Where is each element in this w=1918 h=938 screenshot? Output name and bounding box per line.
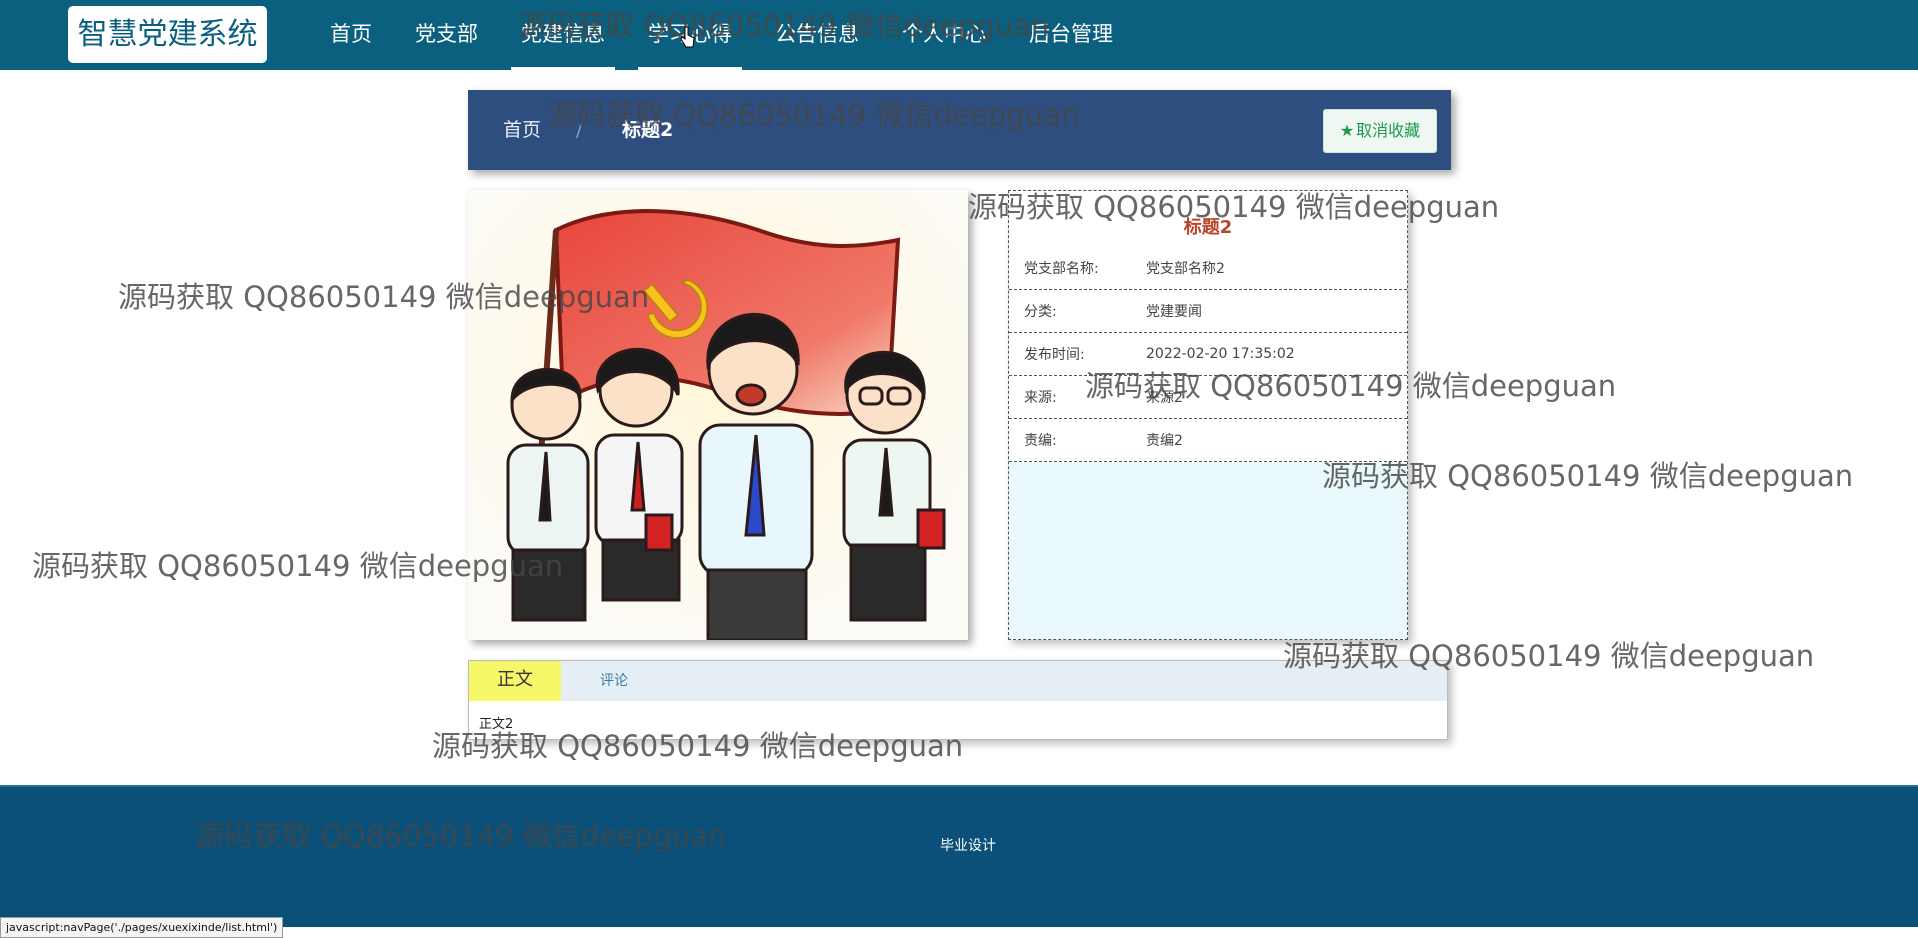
nav-item-user-center[interactable]: 个人中心 (892, 0, 996, 70)
nav-item-announcements[interactable]: 公告信息 (765, 0, 869, 70)
article-body-text: 正文2 (479, 717, 514, 732)
main-nav: 首页 党支部 党建信息 学习心得 公告信息 个人中心 后台管理 (320, 0, 1146, 70)
content-tabs: 正文 评论 (469, 661, 1447, 701)
tab-comments[interactable]: 评论 (600, 661, 628, 701)
page-footer: 毕业设计 (0, 785, 1918, 927)
nav-item-home[interactable]: 首页 (320, 0, 382, 70)
detail-key-editor: 责编: (1024, 433, 1057, 449)
detail-value-source: 来源2 (1146, 390, 1183, 406)
mouse-pointer-icon (681, 26, 695, 48)
article-content-box: 正文 评论 正文2 (468, 660, 1448, 740)
detail-row: 党支部名称: 党支部名称2 (1009, 247, 1407, 290)
detail-row: 发布时间: 2022-02-20 17:35:02 (1009, 333, 1407, 376)
detail-key-category: 分类: (1024, 304, 1057, 320)
detail-key-source: 来源: (1024, 390, 1057, 406)
detail-panel: 标题2 党支部名称: 党支部名称2 分类: 党建要闻 发布时间: 2022-02… (1008, 190, 1408, 640)
star-icon: ★ (1339, 121, 1355, 140)
unfavorite-button[interactable]: ★ 取消收藏 (1323, 109, 1437, 153)
detail-value-branch-name: 党支部名称2 (1146, 261, 1225, 277)
detail-value-editor: 责编2 (1146, 433, 1183, 449)
tab-body[interactable]: 正文 (469, 661, 561, 701)
party-flag-illustration (468, 190, 968, 640)
site-logo[interactable]: 智慧党建系统 (68, 6, 267, 63)
breadcrumb: 首页 / 标题2 ★ 取消收藏 (468, 90, 1451, 170)
top-navbar: 智慧党建系统 首页 党支部 党建信息 学习心得 公告信息 个人中心 后台管理 (0, 0, 1918, 70)
nav-item-party-info[interactable]: 党建信息 (511, 0, 615, 70)
detail-key-publish-time: 发布时间: (1024, 347, 1085, 363)
detail-info-list: 标题2 党支部名称: 党支部名称2 分类: 党建要闻 发布时间: 2022-02… (1009, 191, 1407, 462)
detail-value-category: 党建要闻 (1146, 304, 1202, 320)
breadcrumb-home-link[interactable]: 首页 (503, 90, 541, 170)
unfavorite-button-label: 取消收藏 (1356, 121, 1421, 140)
nav-item-admin[interactable]: 后台管理 (1019, 0, 1123, 70)
breadcrumb-separator: / (576, 119, 583, 141)
detail-title: 标题2 (1183, 217, 1233, 238)
detail-key-branch-name: 党支部名称: (1024, 261, 1099, 277)
browser-status-bar: javascript:navPage('./pages/xuexixinde/l… (0, 917, 284, 938)
breadcrumb-current: 标题2 (622, 119, 674, 141)
detail-row: 来源: 来源2 (1009, 376, 1407, 419)
article-image (468, 190, 968, 640)
footer-text: 毕业设计 (940, 838, 996, 854)
nav-item-branch[interactable]: 党支部 (405, 0, 488, 70)
detail-row: 分类: 党建要闻 (1009, 290, 1407, 333)
detail-row: 责编: 责编2 (1009, 419, 1407, 462)
detail-value-publish-time: 2022-02-20 17:35:02 (1146, 346, 1295, 362)
